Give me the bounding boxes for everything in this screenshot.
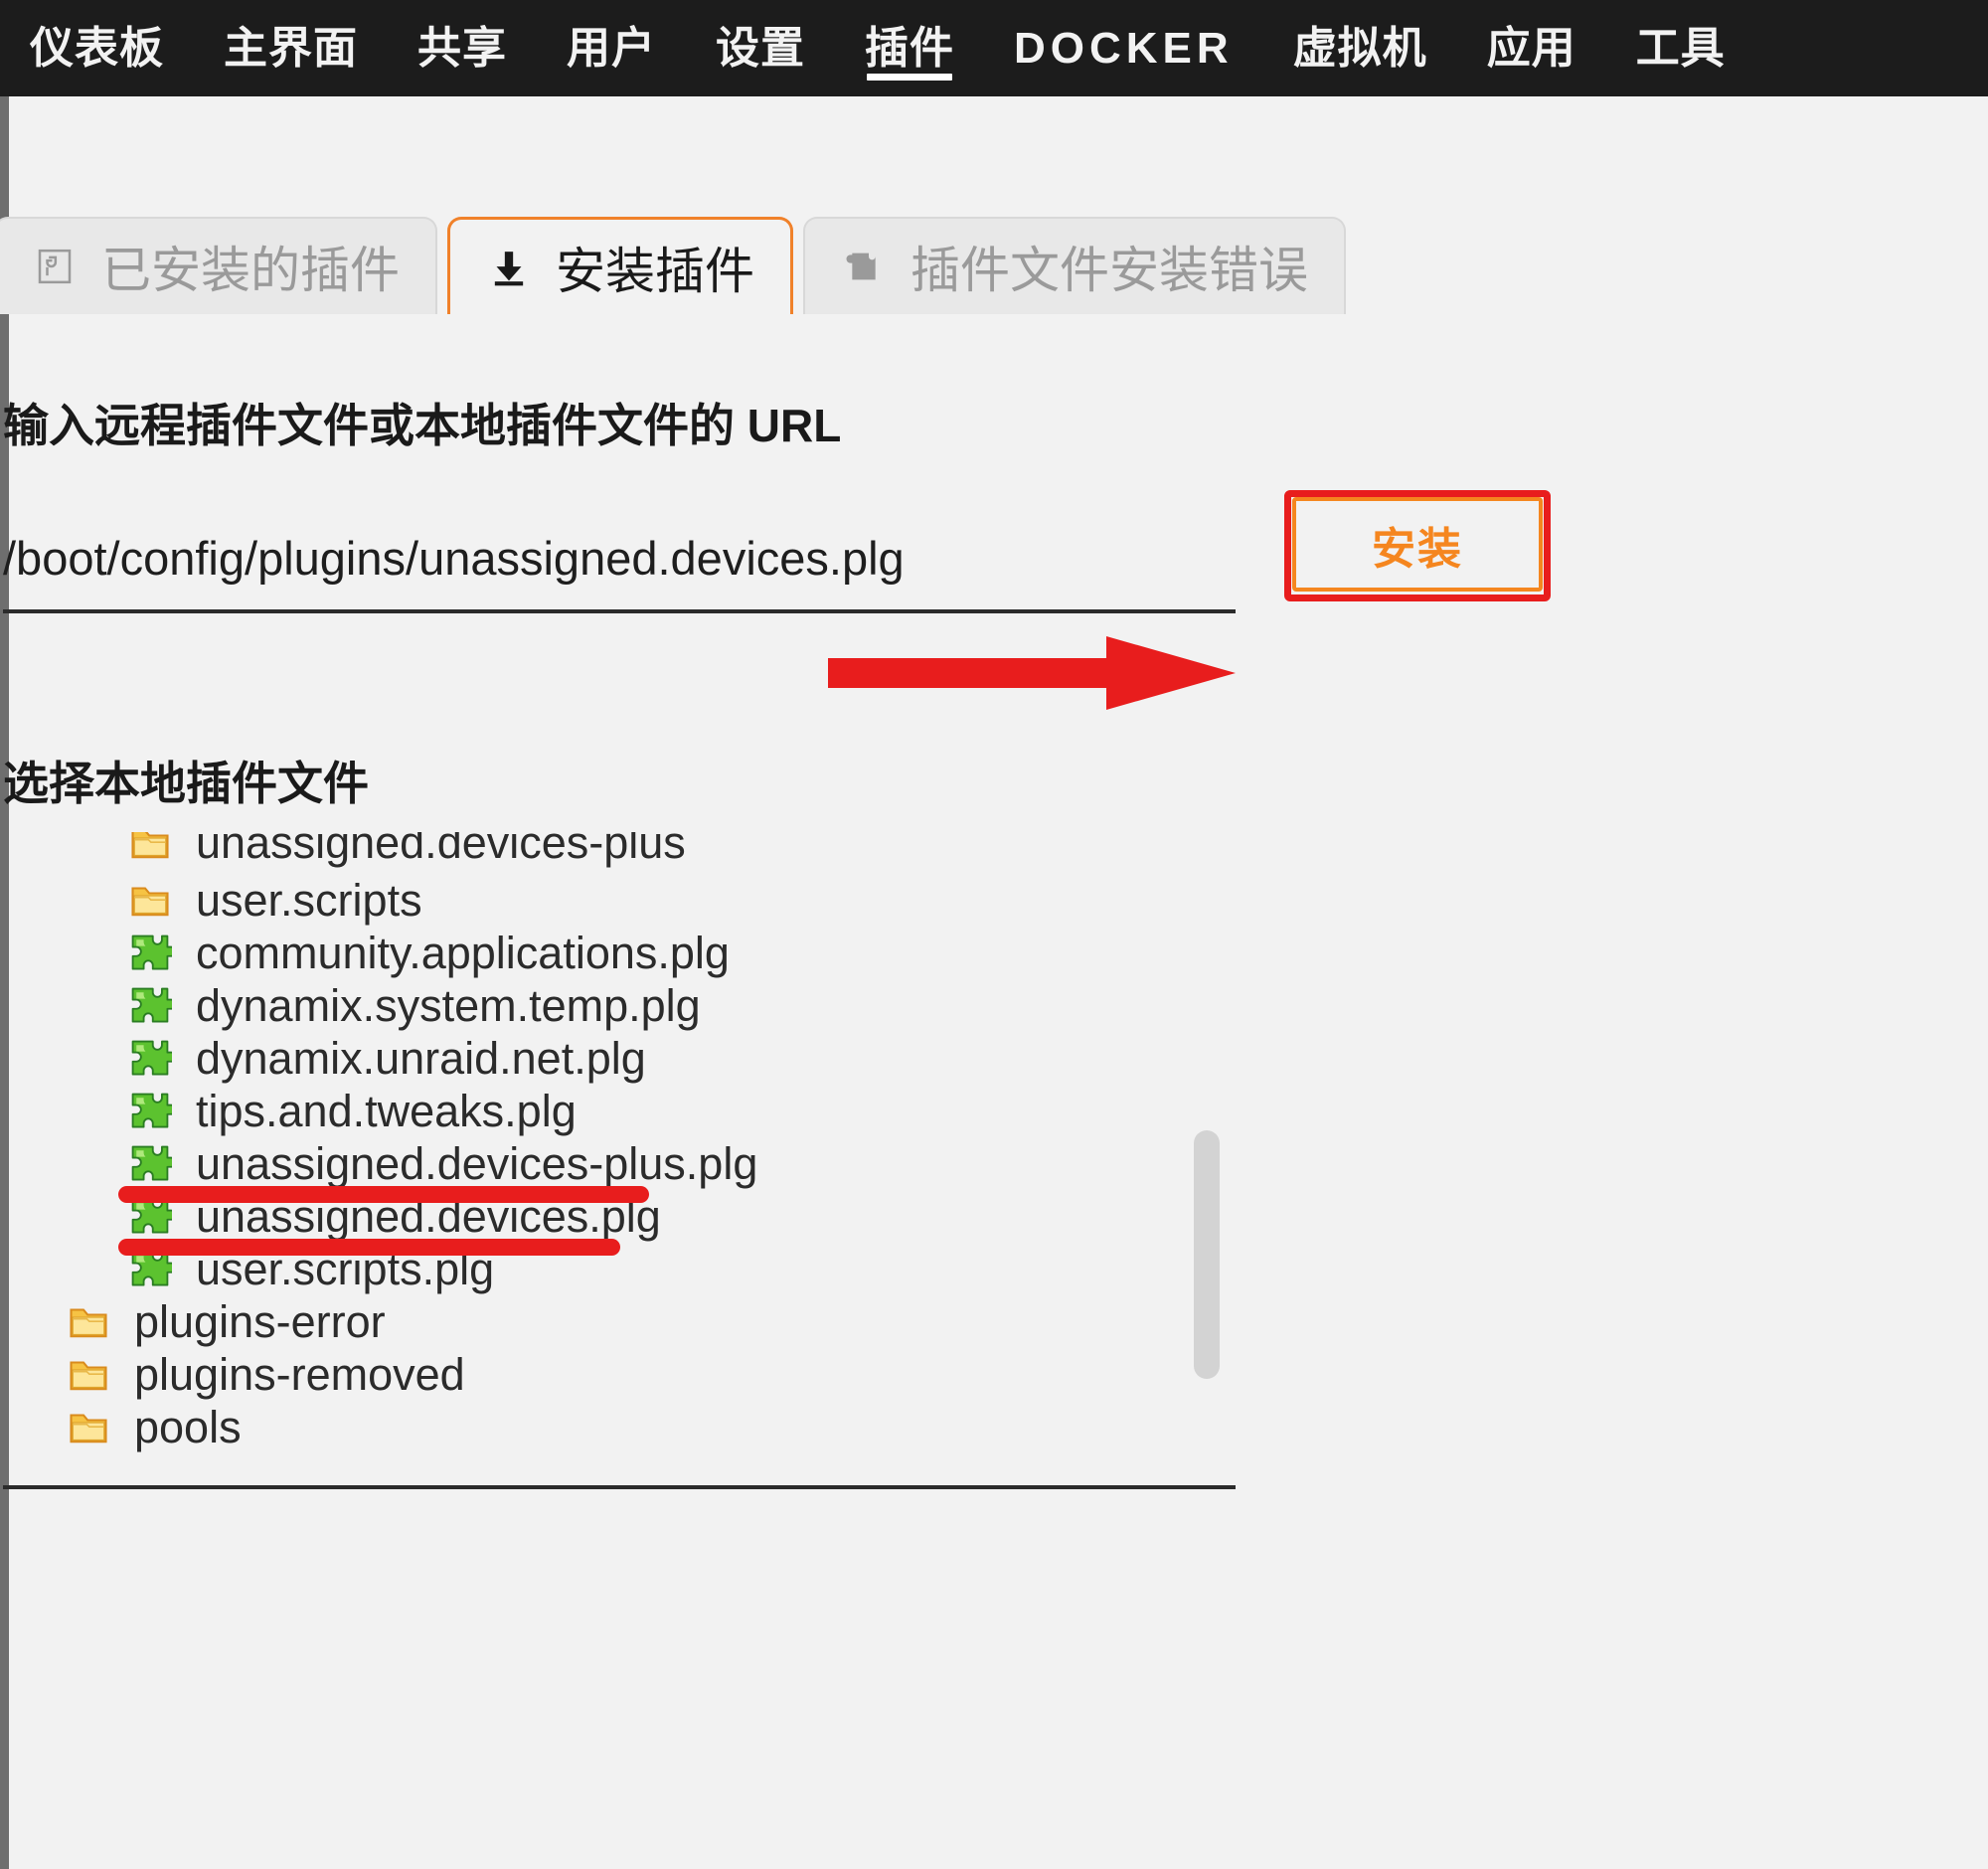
file-name: unassigned.devices-plus.plg [196,1138,758,1189]
nav-item-6[interactable]: DOCKER [1014,0,1234,96]
file-list-item[interactable]: tips.and.tweaks.plg [126,1085,577,1138]
nav-item-7[interactable]: 虚拟机 [1293,0,1427,96]
nav-item-3[interactable]: 用户 [567,0,656,96]
file-list-item[interactable]: user.scripts [126,874,422,928]
puzzle-icon [126,984,174,1028]
nav-item-0[interactable]: 仪表板 [30,0,164,96]
top-navigation-bar: 仪表板 主界面 共享 用户 设置 插件 DOCKER 虚拟机 应用 工具 [0,0,1988,96]
install-button[interactable]: 安装 [1292,497,1543,592]
file-name: plugins-error [134,1296,386,1347]
file-name: tips.and.tweaks.plg [196,1086,577,1136]
file-list-item[interactable]: plugins-removed [65,1348,465,1402]
nav-item-2[interactable]: 共享 [417,0,507,96]
installed-plugins-icon [32,244,78,289]
file-list-item[interactable]: dynamix.system.temp.plg [126,979,701,1033]
page-body: 已安装的插件 安装插件 插件文件安装错误 输入远程插件文件或本地插件文件的 URL … [0,96,1988,1869]
file-list-item[interactable]: unassigned.devices-plus [126,832,686,870]
file-list-item[interactable]: community.applications.plg [126,927,730,980]
plugin-url-input[interactable] [3,514,1236,613]
file-list-item[interactable]: unassigned.devices-plus.plg [126,1137,757,1191]
file-name: community.applications.plg [196,928,730,978]
nav-item-9[interactable]: 工具 [1636,0,1726,96]
file-name: pools [134,1402,242,1452]
file-list-item[interactable]: plugins-error [65,1295,386,1349]
folder-icon [65,1406,112,1449]
nav-item-5[interactable]: 插件 [865,0,954,96]
local-file-section-label: 选择本地插件文件 [3,758,369,809]
tab-label: 插件文件安装错误 [911,243,1308,298]
local-plugin-file-list[interactable]: unassigned.devices-plus user.scripts commu… [3,832,1236,1489]
tab-label: 已安装的插件 [101,243,400,298]
nav-item-8[interactable]: 应用 [1487,0,1576,96]
puzzle-icon [126,932,174,975]
file-name: dynamix.unraid.net.plg [196,1033,646,1084]
annotation-underline [118,1186,649,1203]
folder-icon [65,1353,112,1397]
plugin-error-icon [841,244,887,289]
file-name: unassigned.devices-plus [196,832,686,868]
folder-icon [126,832,174,865]
puzzle-icon [126,1142,174,1186]
plugin-tabs: 已安装的插件 安装插件 插件文件安装错误 [0,217,1356,314]
tab-item-0[interactable]: 已安装的插件 [0,217,437,314]
url-input-row [3,514,1236,623]
download-icon [486,245,532,290]
puzzle-icon [126,1037,174,1081]
annotation-arrow-icon [828,636,1236,710]
annotation-underline [118,1239,620,1256]
nav-item-4[interactable]: 设置 [716,0,805,96]
file-list-item[interactable]: dynamix.unraid.net.plg [126,1032,646,1086]
tab-label: 安装插件 [556,243,754,299]
folder-icon [126,879,174,923]
file-name: dynamix.system.temp.plg [196,980,701,1031]
nav-item-1[interactable]: 主界面 [224,0,358,96]
file-list-scrollbar-thumb[interactable] [1194,1130,1220,1379]
file-list-item[interactable]: pools [65,1401,242,1454]
folder-icon [65,1300,112,1344]
url-section-label: 输入远程插件文件或本地插件文件的 URL [3,400,842,451]
file-name: plugins-removed [134,1349,465,1400]
tab-item-2[interactable]: 插件文件安装错误 [803,217,1346,314]
file-name: user.scripts [196,875,422,926]
puzzle-icon [126,1090,174,1133]
tab-install-plugin[interactable]: 安装插件 [447,217,793,314]
page-content: 已安装的插件 安装插件 插件文件安装错误 输入远程插件文件或本地插件文件的 URL … [0,96,1988,1869]
